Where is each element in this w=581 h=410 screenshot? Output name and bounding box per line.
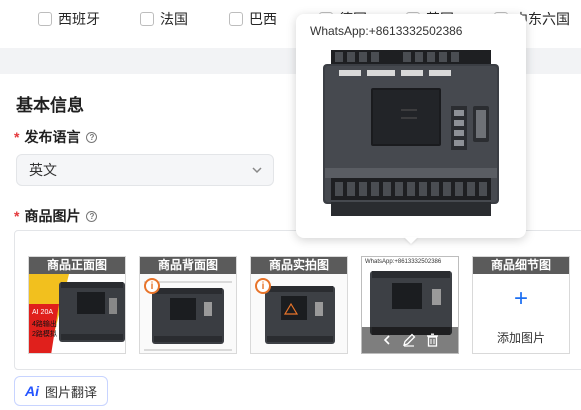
image-action-bar <box>362 327 458 353</box>
ai-icon: Ai <box>24 383 39 399</box>
country-label: 法国 <box>160 11 188 27</box>
checkbox-icon[interactable] <box>229 12 243 26</box>
language-select[interactable]: 英文 <box>16 154 274 186</box>
image-slot-tag: 商品正面图 <box>29 257 125 274</box>
front-image-text: AI 20A <box>32 309 53 316</box>
language-field-label: * 发布语言 ? <box>14 127 98 147</box>
country-checkbox-brazil[interactable]: 巴西 <box>229 10 277 28</box>
help-icon[interactable]: ? <box>86 210 98 222</box>
images-field-label: * 商品图片 ? <box>14 206 98 226</box>
delete-icon[interactable] <box>426 333 439 347</box>
country-checkbox-france[interactable]: 法国 <box>140 10 188 28</box>
preview-product-image <box>311 44 511 224</box>
add-image-button[interactable]: 商品细节图 + 添加图片 <box>472 256 570 354</box>
help-icon[interactable]: ? <box>86 131 98 143</box>
image-slot-tag: 商品细节图 <box>473 257 569 274</box>
required-mark: * <box>14 129 20 145</box>
preview-watermark: WhatsApp:+8613332502386 <box>310 24 463 38</box>
front-image-text: 4路输出 <box>32 319 57 328</box>
image-slot-hovered[interactable]: WhatsApp:+8613332502386 <box>361 256 459 354</box>
add-image-label: 添加图片 <box>496 331 545 345</box>
chevron-down-icon <box>252 167 262 174</box>
image-translate-button[interactable]: Ai 图片翻译 <box>14 376 108 406</box>
country-label: 西班牙 <box>58 11 100 27</box>
language-label-text: 发布语言 <box>24 129 81 145</box>
image-slot-back[interactable]: 商品背面图 i <box>139 256 237 354</box>
front-product-image: AI 20A 4路输出 2路模拟 <box>29 274 125 353</box>
required-mark: * <box>14 208 20 224</box>
language-select-value: 英文 <box>29 162 57 178</box>
checkbox-icon[interactable] <box>38 12 52 26</box>
image-preview-popover: WhatsApp:+8613332502386 <box>296 14 526 238</box>
plus-icon: + <box>513 285 528 312</box>
image-slot-tag: 商品背面图 <box>140 257 236 274</box>
info-icon[interactable]: i <box>144 278 160 294</box>
image-slot-real-shot[interactable]: 商品实拍图 i <box>250 256 348 354</box>
edit-icon[interactable] <box>402 333 416 347</box>
image-slot-tag: 商品实拍图 <box>251 257 347 274</box>
images-label-text: 商品图片 <box>24 208 81 224</box>
popover-arrow <box>404 237 418 244</box>
checkbox-icon[interactable] <box>140 12 154 26</box>
front-image-text: 2路模拟 <box>32 329 57 338</box>
thumb-watermark: WhatsApp:+8613332502386 <box>365 259 442 265</box>
section-title: 基本信息 <box>16 96 84 115</box>
chevron-left-icon[interactable] <box>382 334 392 346</box>
info-icon[interactable]: i <box>255 278 271 294</box>
country-label: 巴西 <box>249 11 277 27</box>
image-slot-front[interactable]: 商品正面图 AI 20A 4路输出 2路模拟 <box>28 256 126 354</box>
country-checkbox-spain[interactable]: 西班牙 <box>38 10 100 28</box>
image-translate-label: 图片翻译 <box>44 384 97 400</box>
